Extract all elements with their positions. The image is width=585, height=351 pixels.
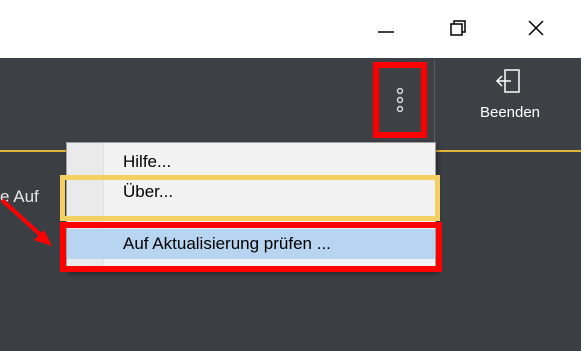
annotation-arrow-icon xyxy=(0,198,52,246)
minimize-icon xyxy=(378,31,394,33)
quit-label: Beenden xyxy=(479,104,541,121)
highlight-box-about xyxy=(60,175,440,221)
highlight-box-update xyxy=(60,222,442,272)
close-button[interactable] xyxy=(518,10,554,46)
toolbar-divider xyxy=(434,60,435,148)
quit-button[interactable]: Beenden xyxy=(460,66,560,142)
more-options-button[interactable] xyxy=(373,62,427,138)
title-bar xyxy=(0,0,581,59)
exit-icon xyxy=(495,69,520,93)
vertical-ellipsis-icon xyxy=(396,87,404,113)
restore-icon xyxy=(450,20,466,36)
minimize-button[interactable] xyxy=(368,10,404,46)
restore-button[interactable] xyxy=(440,10,476,46)
close-icon xyxy=(528,20,544,36)
menu-item-help[interactable]: Hilfe... xyxy=(67,147,435,177)
